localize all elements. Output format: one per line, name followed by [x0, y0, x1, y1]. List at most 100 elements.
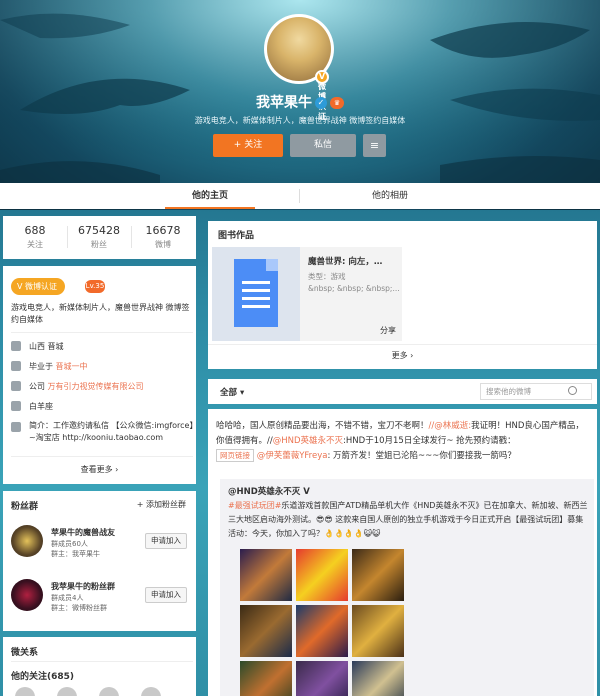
post-image-thumbnail[interactable] — [352, 605, 404, 657]
profile-tabs: 他的主页 他的相册 — [0, 183, 600, 209]
intro-text: 简介：工作邀约请私信 【公众微信:imgforce】~淘宝店 http://ko… — [29, 421, 194, 442]
profile-bio: 游戏电竞人，新媒体制片人，魔兽世界战神 微博签约自媒体 — [194, 116, 406, 125]
stat-value: 688 — [24, 224, 46, 237]
mention-link[interactable]: @伊芙蕾薇YFreya — [257, 451, 328, 461]
repost-block: @HND英雄永不灭 V #最强试玩团#乐道游戏首款国产ATD精品单机大作《HND… — [220, 479, 594, 696]
verified-tag[interactable]: V 微博认证 — [11, 278, 65, 295]
level-badge[interactable]: Lv.35 — [85, 280, 105, 293]
stat-weibo[interactable]: 16678 微博 — [131, 224, 195, 250]
post-image-thumbnail[interactable] — [296, 605, 348, 657]
school-prefix: 毕业于 — [29, 362, 56, 371]
post-image-thumbnail[interactable] — [240, 661, 292, 696]
divider — [11, 456, 193, 457]
company-prefix: 公司 — [29, 382, 48, 391]
repost-author-link[interactable]: @HND英雄永不灭 V — [228, 485, 310, 497]
add-fan-group-button[interactable]: + 添加粉丝群 — [137, 499, 186, 510]
weibo-post: 哈哈哈，国人原创精品要出海，不错不错，宝刀不老啊！//@林威逝:我证明！HND良… — [208, 409, 597, 696]
school-icon — [11, 361, 21, 371]
profile-info-card: V 微博认证 Lv.35 游戏电竞人，新媒体制片人，魔兽世界战神 微博签约自媒体… — [3, 266, 196, 484]
post-text-segment: 哈哈哈，国人原创精品要出海，不错不错，宝刀不老啊！ — [216, 421, 429, 431]
hashtag-link[interactable]: #最强试玩团# — [228, 501, 281, 510]
relations-card: 微关系 他的关注(685) — [3, 637, 196, 696]
join-group-button[interactable]: 申请加入 — [145, 587, 187, 603]
repost-body: 乐道游戏首款国产ATD精品单机大作《HND英雄永不灭》已在加拿大、新加坡、新西兰… — [228, 501, 588, 538]
group-name[interactable]: 苹果牛的魔兽战友 — [51, 527, 115, 538]
mention-link[interactable]: @HND英雄永不灭 — [273, 436, 343, 446]
search-placeholder: 搜索他的微博 — [486, 387, 531, 396]
post-text-segment: 我证明！HND良心国 — [471, 421, 550, 431]
divider — [208, 344, 597, 345]
stat-fans[interactable]: 675428 粉丝 — [67, 224, 131, 250]
group-avatar[interactable] — [11, 525, 43, 557]
stat-label: 粉丝 — [91, 240, 107, 249]
books-title: 图书作品 — [218, 231, 255, 241]
group-owner: 群主：我苹果牛 — [51, 550, 100, 558]
company-link[interactable]: 万有引力视觉传媒有限公司 — [48, 382, 144, 391]
stat-value: 16678 — [145, 224, 181, 237]
info-intro: 简介：工作邀约请私信 【公众微信:imgforce】~淘宝店 http://ko… — [11, 420, 195, 448]
filter-all-dropdown[interactable]: 全部 ▾ — [220, 386, 244, 398]
following-avatar[interactable] — [141, 687, 161, 696]
person-icon — [11, 401, 21, 411]
post-image-thumbnail[interactable] — [240, 549, 292, 601]
post-image-thumbnail[interactable] — [352, 549, 404, 601]
tab-album[interactable]: 他的相册 — [345, 183, 435, 209]
document-icon — [234, 259, 278, 327]
book-type: 类型：游戏 — [308, 272, 346, 281]
info-bio: 游戏电竞人，新媒体制片人，魔兽世界战神 微博签约自媒体 — [11, 303, 190, 324]
info-school: 毕业于 晋城一中 — [11, 360, 195, 374]
divider — [11, 661, 193, 662]
verified-icon: ✓ — [315, 97, 327, 109]
group-members: 群成员60人 — [51, 540, 88, 548]
books-card: 图书作品 魔兽世界: 向左，… 类型：游戏 &nbsp; &nbsp; &nbs… — [208, 221, 597, 369]
message-button[interactable]: 私信 — [290, 134, 356, 157]
group-name[interactable]: 我苹果牛的粉丝群 — [51, 581, 115, 592]
search-icon[interactable] — [568, 386, 577, 395]
books-more-link[interactable]: 更多 › — [208, 350, 597, 361]
verified-badge-icon: V 微博认证 — [315, 70, 329, 121]
repost-text: #最强试玩团#乐道游戏首款国产ATD精品单机大作《HND英雄永不灭》已在加拿大、… — [228, 499, 588, 541]
post-text-segment: :HND于10月15日全球发行~ 抢先预约请戳： — [343, 436, 516, 446]
fan-groups-title: 粉丝群 — [11, 502, 39, 512]
following-title[interactable]: 他的关注(685) — [11, 669, 74, 682]
following-avatar[interactable] — [15, 687, 35, 696]
school-link[interactable]: 晋城一中 — [56, 362, 88, 371]
post-image-thumbnail[interactable] — [296, 549, 348, 601]
following-avatar[interactable] — [99, 687, 119, 696]
post-image-thumbnail[interactable] — [296, 661, 348, 696]
info-location: 山西 晋城 — [11, 340, 195, 354]
post-text-segment: : 万箭齐发！堂姐已沦陷~~~你们要接我一箭吗？ — [327, 451, 516, 461]
fan-group-item: 我苹果牛的粉丝群 群成员4人 群主：微博粉丝群 申请加入 — [11, 579, 191, 615]
view-more-link[interactable]: 查看更多 › — [3, 464, 196, 475]
group-members: 群成员4人 — [51, 594, 84, 602]
stat-value: 675428 — [78, 224, 120, 237]
feed-filter-bar: 全部 ▾ 搜索他的微博 — [208, 379, 597, 404]
info-sign: 白羊座 — [11, 400, 195, 414]
divider — [11, 332, 193, 333]
group-avatar[interactable] — [11, 579, 43, 611]
info-company: 公司 万有引力视觉传媒有限公司 — [11, 380, 195, 394]
post-image-thumbnail[interactable] — [240, 605, 292, 657]
location-text: 山西 晋城 — [29, 342, 64, 351]
following-avatar[interactable] — [57, 687, 77, 696]
fan-groups-card: 粉丝群 + 添加粉丝群 苹果牛的魔兽战友 群成员60人 群主：我苹果牛 申请加入… — [3, 491, 196, 631]
sign-text: 白羊座 — [29, 402, 53, 411]
username: 我苹果牛 ✓ ♛ — [0, 92, 600, 112]
vip-level-icon: ♛ — [330, 97, 344, 109]
location-icon — [11, 341, 21, 351]
join-group-button[interactable]: 申请加入 — [145, 533, 187, 549]
mention-link[interactable]: //@林威逝: — [429, 421, 472, 431]
relations-title: 微关系 — [11, 648, 39, 658]
share-button[interactable]: 分享 — [380, 325, 396, 336]
tab-home[interactable]: 他的主页 — [165, 183, 255, 209]
menu-icon[interactable]: ≡ — [363, 134, 386, 157]
book-cover — [212, 247, 300, 341]
stat-following[interactable]: 688 关注 — [3, 224, 67, 250]
follow-button[interactable]: + 关注 — [213, 134, 283, 157]
web-link-tag[interactable]: 网页链接 — [216, 449, 254, 462]
search-input[interactable]: 搜索他的微博 — [480, 383, 592, 400]
post-image-thumbnail[interactable] — [352, 661, 404, 696]
book-item[interactable]: 魔兽世界: 向左，… 类型：游戏 &nbsp; &nbsp; &nbsp;...… — [212, 247, 402, 341]
book-title[interactable]: 魔兽世界: 向左，… — [308, 255, 382, 267]
tab-divider — [299, 189, 300, 203]
